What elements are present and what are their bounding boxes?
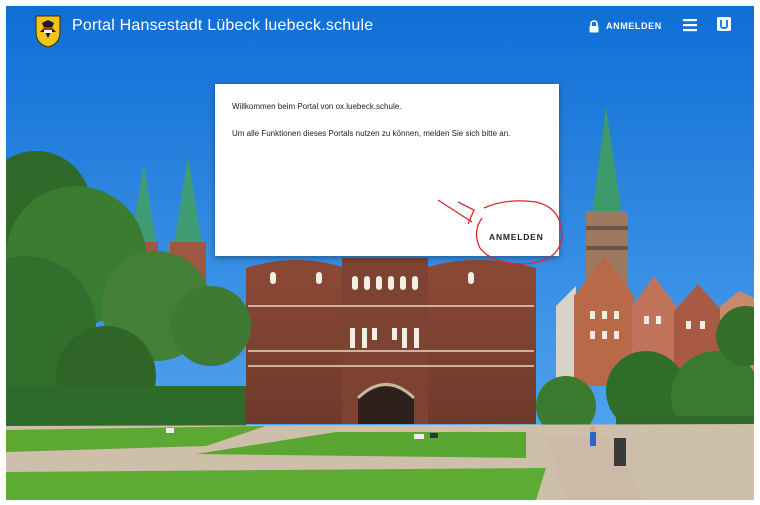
portal-title: Portal Hansestadt Lübeck luebeck.schule bbox=[72, 17, 374, 34]
login-instruction-text: Um alle Funktionen dieses Portals nutzen… bbox=[232, 129, 511, 138]
app-icon[interactable] bbox=[716, 16, 732, 32]
top-bar: Portal Hansestadt Lübeck luebeck.schule … bbox=[6, 6, 754, 50]
header-login-button[interactable]: ANMELDEN bbox=[588, 16, 662, 36]
luebeck-crest-logo[interactable] bbox=[34, 14, 62, 48]
welcome-card: Willkommen beim Portal von ox.luebeck.sc… bbox=[215, 84, 559, 256]
welcome-text: Willkommen beim Portal von ox.luebeck.sc… bbox=[232, 102, 402, 111]
card-login-button[interactable]: ANMELDEN bbox=[489, 232, 544, 242]
lock-icon bbox=[589, 19, 599, 32]
header-login-label: ANMELDEN bbox=[606, 21, 662, 31]
portal-screen: Portal Hansestadt Lübeck luebeck.schule … bbox=[6, 6, 754, 500]
menu-icon[interactable] bbox=[682, 17, 698, 33]
